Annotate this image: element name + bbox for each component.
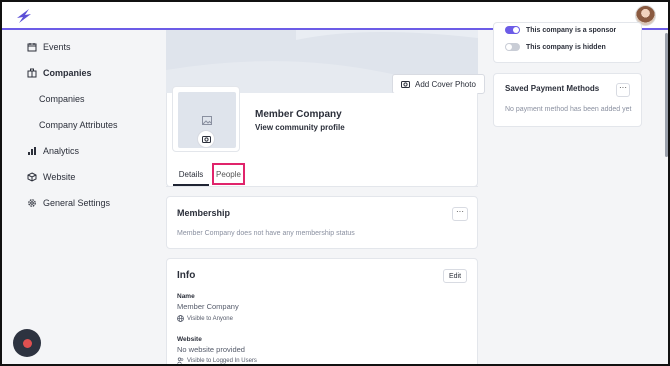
tab-people[interactable]: People <box>212 163 245 185</box>
cube-icon <box>27 172 37 182</box>
globe-icon <box>177 315 184 322</box>
payment-empty-text: No payment method has been added yet <box>505 106 632 113</box>
view-community-profile-link[interactable]: View community profile <box>255 123 345 132</box>
payment-methods-card <box>493 73 642 127</box>
add-cover-photo-label: Add Cover Photo <box>415 79 476 89</box>
sidebar-item-label: Companies <box>43 68 92 78</box>
sidebar-subitem-companies[interactable]: Companies <box>39 90 85 108</box>
sidebar-item-website[interactable]: Website <box>27 168 75 186</box>
website-field-value: No website provided <box>177 345 245 354</box>
membership-more-button[interactable]: ··· <box>452 207 468 221</box>
camera-icon <box>201 136 211 143</box>
name-field-value: Member Company <box>177 302 239 311</box>
camera-icon <box>401 81 410 88</box>
hidden-toggle-label: This company is hidden <box>526 43 606 51</box>
users-icon <box>177 357 184 364</box>
membership-card <box>166 196 478 249</box>
sidebar-item-label: General Settings <box>43 198 111 208</box>
payment-more-button[interactable]: ··· <box>616 83 630 97</box>
sidebar-item-analytics[interactable]: Analytics <box>27 142 79 160</box>
app-window: Events Companies Companies Company Attri… <box>0 0 670 366</box>
company-name: Member Company <box>255 109 342 120</box>
tabs-divider <box>166 186 478 187</box>
record-button[interactable] <box>13 329 41 357</box>
payment-methods-title: Saved Payment Methods <box>505 84 600 93</box>
hidden-toggle[interactable] <box>505 43 520 51</box>
name-field-label: Name <box>177 293 195 300</box>
membership-title: Membership <box>177 208 231 218</box>
sidebar-item-label: Companies <box>39 94 85 104</box>
sponsor-toggle-label: This company is a sponsor <box>526 26 617 34</box>
sidebar-item-events[interactable]: Events <box>27 38 71 56</box>
sponsor-toggle-row: This company is a sponsor <box>505 26 616 34</box>
tab-details[interactable]: Details <box>173 164 209 186</box>
bar-chart-icon <box>28 147 36 155</box>
sidebar-subitem-company-attributes[interactable]: Company Attributes <box>39 116 118 134</box>
record-icon <box>22 338 32 348</box>
sidebar-item-label: Analytics <box>43 146 80 156</box>
sidebar-item-label: Website <box>43 172 76 182</box>
edit-info-button[interactable]: Edit <box>443 269 467 283</box>
website-visibility: Visible to Logged In Users <box>177 357 257 364</box>
sidebar-item-label: Events <box>43 42 71 52</box>
sidebar-item-general-settings[interactable]: General Settings <box>27 194 110 212</box>
add-cover-photo-button[interactable]: Add Cover Photo <box>392 74 485 94</box>
name-visibility: Visible to Anyone <box>177 315 233 322</box>
calendar-icon <box>27 43 37 52</box>
sponsor-toggle[interactable] <box>505 26 520 34</box>
info-title: Info <box>177 270 196 281</box>
sidebar-item-label: Company Attributes <box>39 120 118 130</box>
visibility-label: Visible to Anyone <box>187 315 233 322</box>
hidden-toggle-row: This company is hidden <box>505 43 606 51</box>
scrollbar-thumb[interactable] <box>665 33 668 157</box>
upload-logo-button[interactable] <box>197 130 215 148</box>
building-icon <box>27 68 37 78</box>
website-field-label: Website <box>177 336 202 343</box>
image-icon <box>202 116 212 125</box>
membership-empty-text: Member Company does not have any members… <box>177 230 355 237</box>
sidebar-item-companies[interactable]: Companies <box>27 64 92 82</box>
app-logo-icon[interactable] <box>14 6 34 26</box>
visibility-label: Visible to Logged In Users <box>187 357 257 364</box>
gear-icon <box>28 199 36 207</box>
